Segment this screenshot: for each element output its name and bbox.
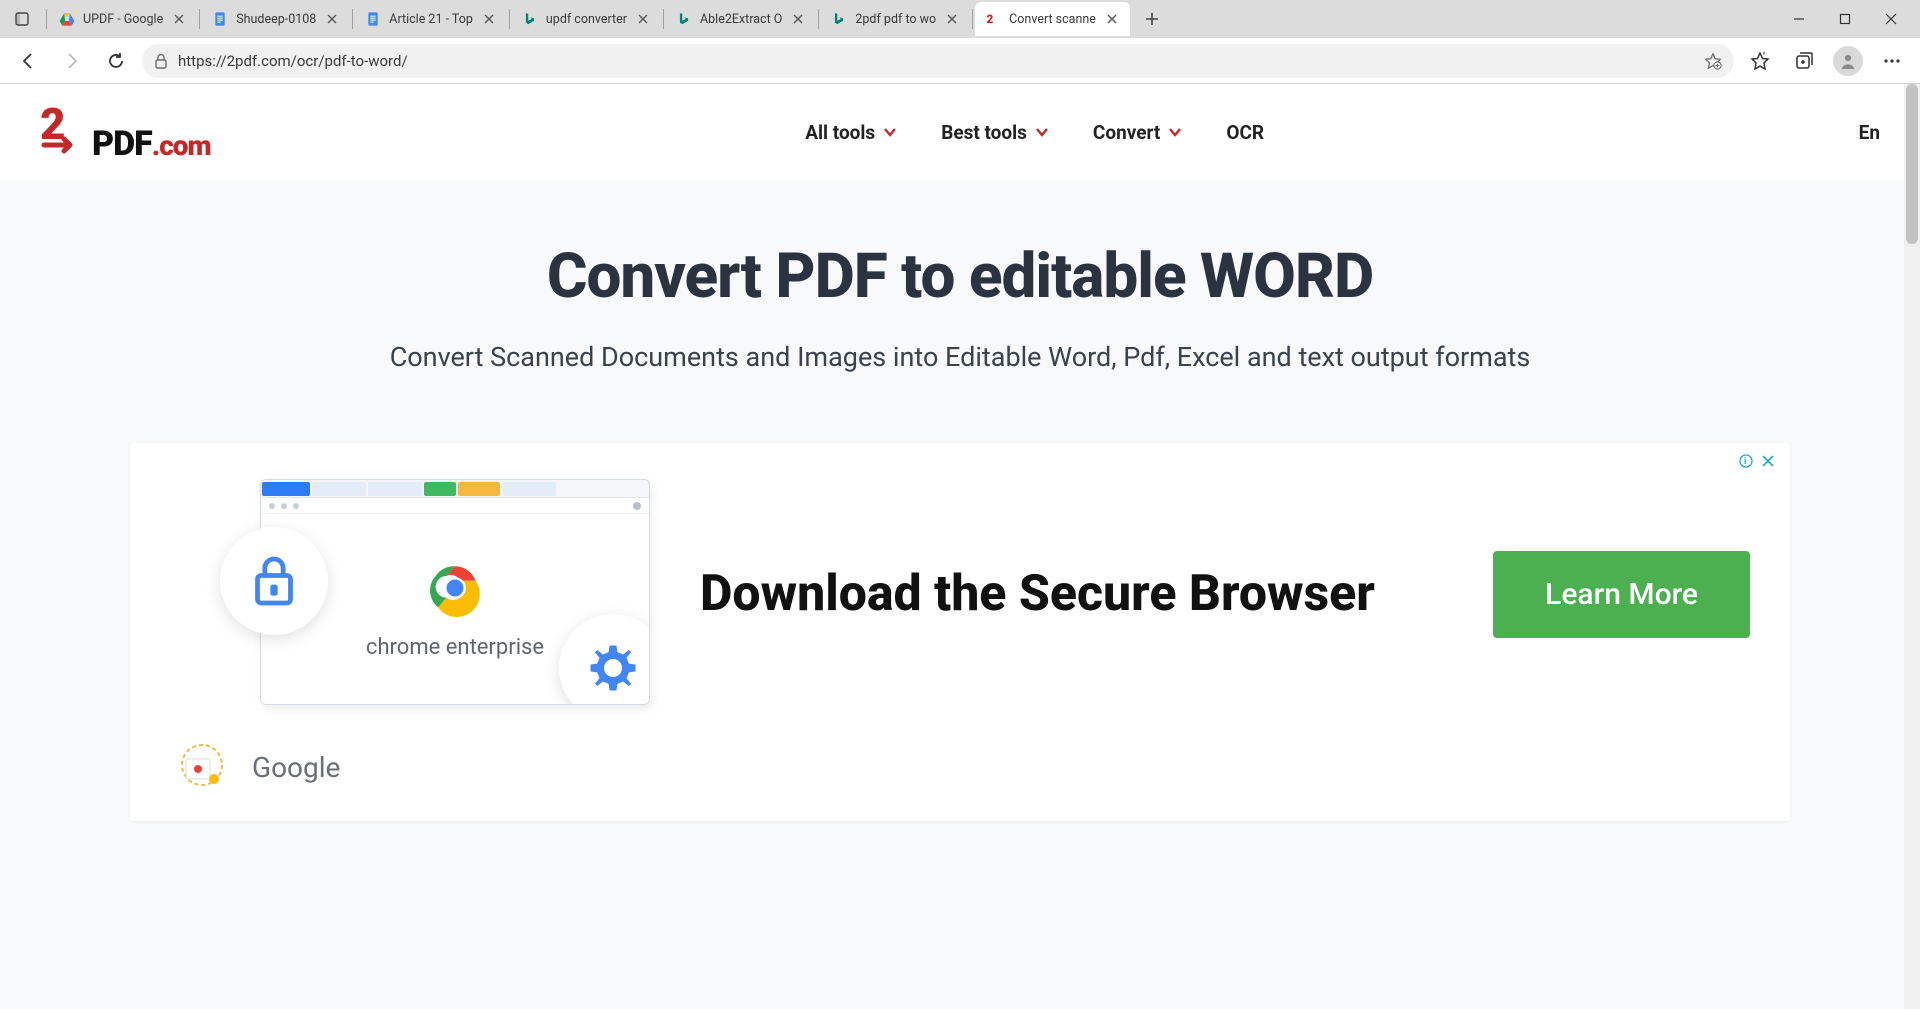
nav-label: OCR <box>1226 121 1264 144</box>
divider <box>509 9 510 29</box>
tab-title: Able2Extract O <box>700 12 782 27</box>
lock-icon[interactable] <box>154 53 168 69</box>
more-button[interactable] <box>1874 43 1910 79</box>
divider <box>46 9 47 29</box>
lang-label: En <box>1859 121 1880 144</box>
ad-brand: Google <box>252 751 340 784</box>
site-header: 2 PDF.com All tools Best tools Convert O… <box>0 84 1920 180</box>
back-button[interactable] <box>10 43 46 79</box>
url-text: https://2pdf.com/ocr/pdf-to-word/ <box>178 52 1694 70</box>
close-icon[interactable] <box>481 11 497 27</box>
nav-label: Convert <box>1093 121 1160 144</box>
scrollbar[interactable] <box>1904 84 1920 1009</box>
profile-button[interactable] <box>1830 43 1866 79</box>
site-logo[interactable]: 2 PDF.com <box>40 101 211 164</box>
svg-text:i: i <box>1744 457 1746 467</box>
favorites-button[interactable] <box>1742 43 1778 79</box>
tab-actions-icon[interactable] <box>6 3 38 35</box>
ad-close-icon[interactable] <box>1760 453 1776 469</box>
tab-able2extract[interactable]: Able2Extract O <box>666 2 816 36</box>
nav-label: All tools <box>805 121 875 144</box>
divider <box>663 9 664 29</box>
tab-title: Convert scanne <box>1009 12 1096 27</box>
new-tab-button[interactable] <box>1136 3 1168 35</box>
logo-pdf: PDF <box>92 124 152 164</box>
chevron-down-icon <box>1168 127 1182 137</box>
bing-icon <box>831 11 847 27</box>
tab-article21[interactable]: Article 21 - Top <box>355 2 507 36</box>
ad-illustration: chrome enterprise <box>170 479 640 709</box>
nav-best-tools[interactable]: Best tools <box>941 121 1049 144</box>
ad-controls: i <box>1738 453 1776 469</box>
tab-shudeep[interactable]: Shudeep-0108 <box>202 2 350 36</box>
avatar-icon <box>1833 46 1863 76</box>
bing-icon <box>676 11 692 27</box>
language-selector[interactable]: En <box>1859 121 1880 144</box>
close-icon[interactable] <box>324 11 340 27</box>
tab-2pdf-search[interactable]: 2pdf pdf to wo <box>821 2 970 36</box>
add-favorite-icon[interactable] <box>1704 52 1722 70</box>
chrome-enterprise-label: chrome enterprise <box>366 635 544 660</box>
tab-title: 2pdf pdf to wo <box>855 12 936 27</box>
svg-text:2: 2 <box>987 12 994 26</box>
divider <box>199 9 200 29</box>
forward-button[interactable] <box>54 43 90 79</box>
close-icon[interactable] <box>944 11 960 27</box>
tab-strip: UPDF - Google Shudeep-0108 Article 21 - … <box>0 0 1920 38</box>
tab-title: Shudeep-0108 <box>236 12 316 27</box>
nav-ocr[interactable]: OCR <box>1226 121 1264 144</box>
tab-title: UPDF - Google <box>83 12 163 27</box>
nav-all-tools[interactable]: All tools <box>805 121 897 144</box>
chrome-logo-icon <box>426 559 484 621</box>
window-controls <box>1776 0 1914 38</box>
logo-dotcom: .com <box>152 129 211 162</box>
ad-headline: Download the Secure Browser <box>700 565 1433 624</box>
ad-info-icon[interactable]: i <box>1738 453 1754 469</box>
hero: Convert PDF to editable WORD Convert Sca… <box>0 180 1920 403</box>
brand-mini-icon <box>170 741 234 793</box>
divider <box>352 9 353 29</box>
docs-icon <box>212 11 228 27</box>
divider <box>818 9 819 29</box>
tab-title: updf converter <box>546 12 627 27</box>
minimize-button[interactable] <box>1776 0 1822 38</box>
close-icon[interactable] <box>790 11 806 27</box>
scrollbar-thumb[interactable] <box>1906 84 1918 244</box>
close-icon[interactable] <box>635 11 651 27</box>
bing-icon <box>522 11 538 27</box>
browser-chrome: UPDF - Google Shudeep-0108 Article 21 - … <box>0 0 1920 84</box>
page-content: 2 PDF.com All tools Best tools Convert O… <box>0 84 1920 1009</box>
ad-body: chrome enterprise Download the Secure Br… <box>170 479 1750 709</box>
ad-text: Download the Secure Browser <box>700 565 1433 624</box>
logo-2-icon: 2 <box>40 101 88 155</box>
drive-icon <box>59 11 75 27</box>
browser-toolbar: https://2pdf.com/ocr/pdf-to-word/ <box>0 38 1920 84</box>
refresh-button[interactable] <box>98 43 134 79</box>
chevron-down-icon <box>883 127 897 137</box>
collections-button[interactable] <box>1786 43 1822 79</box>
address-bar[interactable]: https://2pdf.com/ocr/pdf-to-word/ <box>142 44 1734 78</box>
ad-card: i chrome enterprise <box>130 443 1790 821</box>
close-window-button[interactable] <box>1868 0 1914 38</box>
tab-convert-scanned[interactable]: 2 Convert scanne <box>975 2 1130 36</box>
nav-convert[interactable]: Convert <box>1093 121 1182 144</box>
tab-title: Article 21 - Top <box>389 12 473 27</box>
close-icon[interactable] <box>1104 11 1120 27</box>
chevron-down-icon <box>1035 127 1049 137</box>
page-subtitle: Convert Scanned Documents and Images int… <box>40 341 1880 373</box>
tab-updf-converter[interactable]: updf converter <box>512 2 661 36</box>
docs-icon <box>365 11 381 27</box>
nav-label: Best tools <box>941 121 1027 144</box>
2pdf-icon: 2 <box>985 11 1001 27</box>
tab-updf-google[interactable]: UPDF - Google <box>49 2 197 36</box>
page-title: Convert PDF to editable WORD <box>40 240 1880 313</box>
close-icon[interactable] <box>171 11 187 27</box>
lock-badge-icon <box>220 527 328 635</box>
main-nav: All tools Best tools Convert OCR <box>805 121 1264 144</box>
learn-more-button[interactable]: Learn More <box>1493 551 1750 638</box>
divider <box>972 9 973 29</box>
ad-footer: Google <box>170 741 1750 793</box>
maximize-button[interactable] <box>1822 0 1868 38</box>
